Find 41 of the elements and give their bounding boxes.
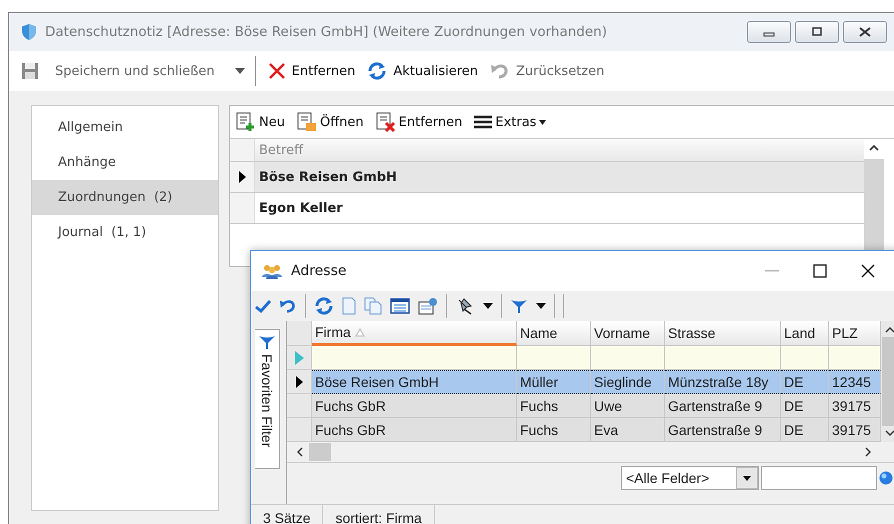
table-cell: 39175 (829, 394, 881, 418)
table-row[interactable]: Böse Reisen GmbH (230, 162, 864, 193)
table-cell: Fuchs (517, 394, 591, 418)
field-dropdown[interactable]: <Alle Felder> (621, 466, 759, 490)
status-text: sortiert: Firma (323, 505, 435, 524)
sidebar-item[interactable]: Allgemein (32, 110, 218, 145)
toolbar-button[interactable]: Entfernen (376, 112, 462, 132)
toolbar-button[interactable]: Aktualisieren (365, 60, 480, 82)
table-cell: Münzstraße 18y (665, 370, 781, 394)
table-cell: Eva (591, 418, 665, 442)
table-cell: Gartenstraße 9 (665, 394, 781, 418)
toolbar-button[interactable]: Entfernen (266, 60, 358, 82)
table-row[interactable]: Egon Keller (230, 193, 864, 224)
table-cell: Uwe (591, 394, 665, 418)
toolbar-button[interactable]: Öffnen (296, 112, 364, 132)
table-cell: DE (781, 418, 829, 442)
sidebar-item[interactable]: Anhänge (32, 145, 218, 180)
table-cell: Fuchs GbR (312, 418, 517, 442)
table-cell: Fuchs GbR (312, 394, 517, 418)
toolbar-button[interactable]: Extras (474, 114, 546, 130)
table-cell: Fuchs (517, 418, 591, 442)
table-cell: Sieglinde (591, 370, 665, 394)
table-cell: Müller (517, 370, 591, 394)
window-title: Datenschutznotiz [Adresse: Böse Reisen GmbH] (Weitere Zuordnungen vorhanden) (45, 24, 607, 40)
side-tab[interactable]: Favoriten Filter (255, 329, 280, 469)
sidebar-item[interactable]: Zuordnungen (2) (32, 180, 218, 215)
table-cell: DE (781, 394, 829, 418)
table-row[interactable]: Fuchs GbR Fuchs Eva Gartenstraße 9 DE 39175 (287, 418, 881, 442)
table-row[interactable]: Böse Reisen GmbH Müller Sieglinde Münzstraße 18y DE 12345 (287, 370, 881, 394)
table-cell: Gartenstraße 9 (665, 418, 781, 442)
table-cell: DE (781, 370, 829, 394)
toolbar-button[interactable]: Neu (236, 112, 285, 132)
status-text: 3 Sätze (251, 505, 324, 524)
sidebar-item[interactable]: Journal (1, 1) (32, 215, 218, 250)
table-cell: Böse Reisen GmbH (312, 370, 517, 394)
table-row[interactable]: Fuchs GbR Fuchs Uwe Gartenstraße 9 DE 39175 (287, 394, 881, 418)
table-cell-text: Egon Keller (258, 200, 343, 216)
table-cell: 39175 (829, 418, 881, 442)
table-cell: 12345 (829, 370, 881, 394)
table-cell-text: Böse Reisen GmbH (258, 170, 397, 184)
dialog-title: Adresse (291, 263, 346, 279)
